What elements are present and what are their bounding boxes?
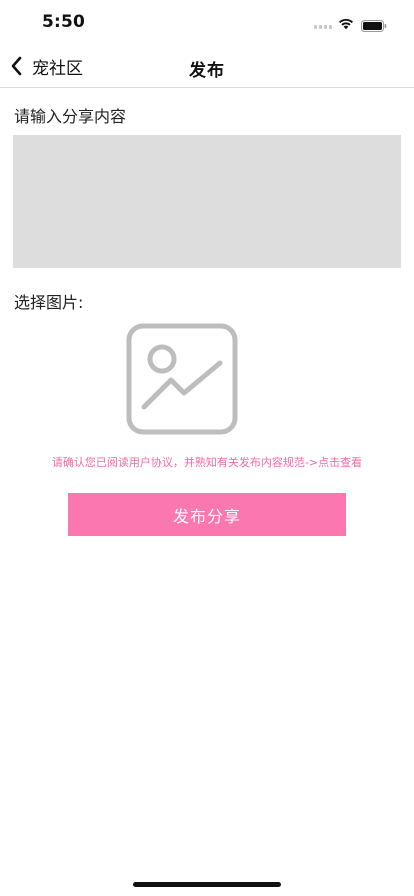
- status-bar: 5:50: [0, 0, 414, 44]
- page-title: 发布: [189, 61, 225, 81]
- navigation-bar: 宠社区 发布: [0, 44, 414, 88]
- battery-icon: [361, 17, 387, 32]
- status-time: 5:50: [42, 12, 86, 32]
- wifi-icon: [337, 15, 355, 30]
- image-picker-button[interactable]: [126, 323, 238, 435]
- content-label: 请输入分享内容: [14, 107, 127, 126]
- share-content-input[interactable]: [13, 135, 401, 268]
- cellular-signal-icon: [314, 23, 332, 29]
- agreement-link[interactable]: 请确认您已阅读用户协议，并熟知有关发布内容规范->点击查看: [0, 454, 414, 470]
- home-indicator: [133, 882, 281, 887]
- publish-share-button[interactable]: 发布分享: [68, 493, 346, 536]
- image-label: 选择图片:: [14, 293, 84, 312]
- image-placeholder-icon: [126, 323, 238, 435]
